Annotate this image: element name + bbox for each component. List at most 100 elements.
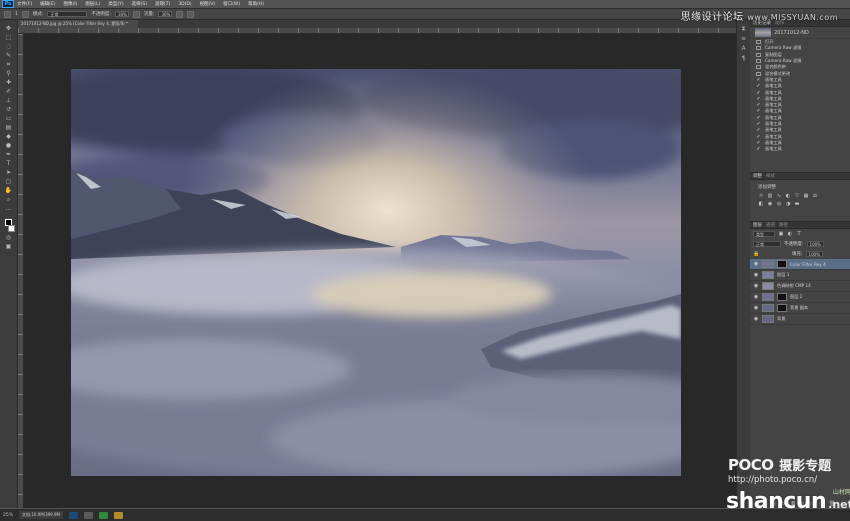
character-panel-icon[interactable]: A bbox=[740, 46, 748, 52]
blur-tool-icon[interactable]: ◆ bbox=[5, 134, 13, 140]
menu-image[interactable]: 图像(I) bbox=[63, 1, 77, 7]
tab-paths[interactable]: 路径 bbox=[779, 222, 788, 228]
dodge-tool-icon[interactable]: ● bbox=[5, 143, 13, 149]
pen-tool-icon[interactable]: ✒ bbox=[5, 152, 13, 158]
move-tool-icon[interactable]: ✥ bbox=[5, 26, 13, 32]
screen-mode-icon[interactable]: ▣ bbox=[5, 244, 13, 250]
more-tools-icon[interactable]: … bbox=[5, 206, 13, 212]
background-color-swatch[interactable] bbox=[7, 225, 15, 232]
hue-saturation-icon[interactable]: ▦ bbox=[803, 194, 809, 199]
mode-select[interactable]: 正常 bbox=[47, 11, 88, 17]
layer-opacity-field[interactable]: 100% bbox=[806, 241, 824, 247]
tab-channels[interactable]: 通道 bbox=[766, 222, 775, 228]
menu-type[interactable]: 类型(Y) bbox=[108, 1, 123, 7]
filter-type-icon[interactable]: T bbox=[796, 231, 802, 237]
marquee-tool-icon[interactable]: ⬚ bbox=[5, 35, 13, 41]
menu-file[interactable]: 文件(F) bbox=[17, 1, 32, 7]
taskbar-folder-icon[interactable] bbox=[113, 511, 123, 519]
menu-edit[interactable]: 编辑(E) bbox=[40, 1, 55, 7]
gradient-map-icon[interactable]: ▬ bbox=[794, 202, 800, 207]
layer-kind-filter[interactable]: 类型 bbox=[753, 231, 775, 237]
visibility-eye-icon[interactable]: ◉ bbox=[753, 294, 759, 300]
menu-filter[interactable]: 滤镜(T) bbox=[155, 1, 170, 7]
paragraph-panel-icon[interactable]: ¶ bbox=[740, 56, 748, 62]
visibility-eye-icon[interactable]: ◉ bbox=[753, 283, 759, 289]
pressure-opacity-button[interactable] bbox=[132, 10, 140, 18]
invert-icon[interactable]: ◑ bbox=[785, 202, 791, 207]
exposure-icon[interactable]: ◐ bbox=[785, 194, 791, 199]
layer-row[interactable]: ◉ 背景 副本 bbox=[750, 303, 850, 314]
brightness-icon[interactable]: ☼ bbox=[758, 194, 764, 199]
menu-select[interactable]: 选择(S) bbox=[132, 1, 147, 7]
menu-layer[interactable]: 图层(L) bbox=[85, 1, 100, 7]
channel-mixer-icon[interactable]: ◎ bbox=[776, 202, 782, 207]
layer-mask-thumbnail[interactable] bbox=[777, 293, 787, 301]
crop-tool-icon[interactable]: ⌗ bbox=[5, 62, 13, 68]
healing-brush-tool-icon[interactable]: ✚ bbox=[5, 80, 13, 86]
photo-filter-icon[interactable]: ◉ bbox=[767, 202, 773, 207]
taskbar-browser-icon[interactable] bbox=[98, 511, 108, 519]
flow-field[interactable]: 30% bbox=[158, 11, 173, 17]
menu-3d[interactable]: 3D(D) bbox=[178, 2, 191, 7]
path-select-tool-icon[interactable]: ➤ bbox=[5, 170, 13, 176]
taskbar-app-icon[interactable] bbox=[83, 511, 93, 519]
pressure-size-button[interactable] bbox=[187, 10, 195, 18]
history-panel-icon[interactable]: ⧗ bbox=[740, 26, 748, 32]
visibility-eye-icon[interactable]: ◉ bbox=[753, 272, 759, 278]
brush-preset-button[interactable] bbox=[4, 10, 11, 18]
site-watermark-name: 思缘设计论坛 bbox=[680, 12, 744, 23]
taskbar-ps-icon[interactable] bbox=[68, 511, 78, 519]
lasso-tool-icon[interactable]: ◌ bbox=[5, 44, 13, 50]
visibility-eye-icon[interactable]: ◉ bbox=[753, 261, 759, 267]
blend-mode-select[interactable]: 正常 bbox=[753, 241, 781, 247]
hand-tool-icon[interactable]: ✋ bbox=[5, 188, 13, 194]
document-icon bbox=[756, 52, 761, 57]
brush-panel-button[interactable] bbox=[21, 10, 29, 18]
stamp-tool-icon[interactable]: ⊥ bbox=[5, 98, 13, 104]
history-snapshot[interactable]: 20171012-ND bbox=[750, 27, 850, 39]
color-balance-icon[interactable]: ⚖ bbox=[812, 194, 818, 199]
document-tab[interactable]: 20171012-ND.jpg @ 25% (Color Filter Rey … bbox=[18, 20, 138, 28]
visibility-eye-icon[interactable]: ◉ bbox=[753, 316, 759, 322]
type-tool-icon[interactable]: T bbox=[5, 161, 13, 167]
tab-adjustments[interactable]: 调整 bbox=[753, 173, 762, 179]
menu-view[interactable]: 视图(V) bbox=[200, 1, 216, 7]
lock-icon[interactable]: 🔒 bbox=[753, 251, 759, 257]
opacity-field[interactable]: 30% bbox=[114, 11, 129, 17]
brush-tool-icon[interactable]: ✐ bbox=[5, 89, 13, 95]
menu-window[interactable]: 窗口(W) bbox=[223, 1, 240, 7]
gradient-tool-icon[interactable]: ▤ bbox=[5, 125, 13, 131]
black-white-icon[interactable]: ◧ bbox=[758, 202, 764, 207]
layer-row[interactable]: ◉ Color Filter Rey 4 bbox=[750, 259, 850, 270]
zoom-level[interactable]: 25% bbox=[3, 513, 13, 518]
brush-size-value[interactable]: 1 bbox=[15, 12, 18, 17]
quick-mask-icon[interactable]: ◎ bbox=[5, 235, 13, 241]
history-brush-tool-icon[interactable]: ↺ bbox=[5, 107, 13, 113]
layer-row[interactable]: ◉ 色调映射 CMP 14 bbox=[750, 281, 850, 292]
tab-layers[interactable]: 图层 bbox=[753, 222, 762, 228]
filter-adjust-icon[interactable]: ◐ bbox=[787, 231, 793, 237]
filter-pixel-icon[interactable]: ▣ bbox=[778, 231, 784, 237]
layer-mask-thumbnail[interactable] bbox=[777, 260, 787, 268]
fill-field[interactable]: 100% bbox=[805, 251, 823, 257]
properties-panel-icon[interactable]: ≡ bbox=[740, 36, 748, 42]
curves-icon[interactable]: ∿ bbox=[776, 194, 782, 199]
shape-tool-icon[interactable]: ▢ bbox=[5, 179, 13, 185]
eraser-tool-icon[interactable]: ▭ bbox=[5, 116, 13, 122]
document-size[interactable]: 文档:10.9M/399.9M bbox=[19, 511, 63, 519]
menu-help[interactable]: 帮助(H) bbox=[248, 1, 264, 7]
vibrance-icon[interactable]: ▽ bbox=[794, 194, 800, 199]
layer-row[interactable]: ◉ 背景 bbox=[750, 314, 850, 325]
quick-select-tool-icon[interactable]: ✎ bbox=[5, 53, 13, 59]
document-canvas[interactable] bbox=[71, 69, 681, 476]
airbrush-button[interactable] bbox=[176, 10, 184, 18]
layer-row[interactable]: ◉ 图层 1 bbox=[750, 270, 850, 281]
layer-mask-thumbnail[interactable] bbox=[777, 304, 787, 312]
eyedropper-tool-icon[interactable]: ⚲ bbox=[5, 71, 13, 77]
zoom-tool-icon[interactable]: ⌕ bbox=[5, 197, 13, 203]
visibility-eye-icon[interactable]: ◉ bbox=[753, 305, 759, 311]
layer-row[interactable]: ◉ 图层 2 bbox=[750, 292, 850, 303]
history-item[interactable]: ✓ 画笔工具 bbox=[750, 146, 850, 152]
tab-styles[interactable]: 样式 bbox=[766, 173, 775, 179]
levels-icon[interactable]: ▥ bbox=[767, 194, 773, 199]
